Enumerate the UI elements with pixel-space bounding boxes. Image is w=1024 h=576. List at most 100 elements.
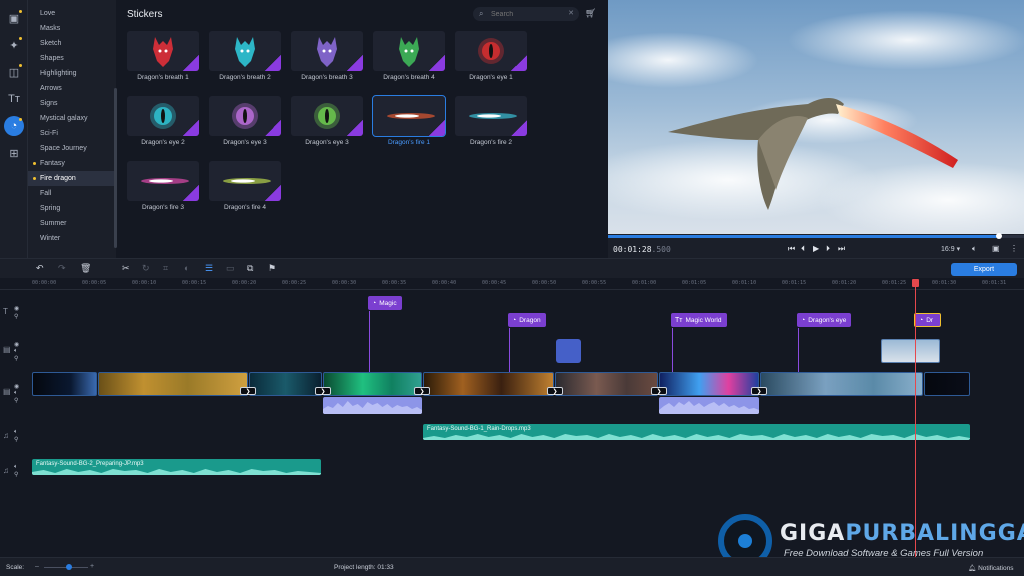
sticker-thumbnail[interactable] (209, 161, 281, 201)
overlay-icon[interactable]: ⧉ (247, 263, 253, 274)
title-clip[interactable]: ◔ Magic (368, 296, 402, 310)
clear-icon[interactable]: ✕ (568, 9, 574, 17)
transition-icon[interactable]: ❯ (414, 387, 430, 395)
lock-icon[interactable]: ⚲ (14, 397, 18, 404)
audio-clip[interactable]: Fantasy-Sound-BG-1_Rain-Drops.mp3 (423, 424, 970, 440)
skip-end-icon[interactable]: ⏭ (838, 244, 845, 254)
sticker-thumbnail[interactable] (209, 31, 281, 71)
transition-icon[interactable]: ❯ (315, 387, 331, 395)
lock-icon[interactable]: ⚲ (14, 436, 18, 443)
sticker-thumbnail[interactable] (291, 31, 363, 71)
aspect-ratio-select[interactable]: 16:9 ▾ (941, 245, 960, 253)
overlay-clip[interactable] (556, 339, 581, 363)
zoom-out-icon[interactable]: – (35, 563, 39, 570)
sticker-tile[interactable]: Dragon's breath 3 (291, 31, 363, 85)
timeline-ruler[interactable]: 00:00:00 00:00:05 00:00:10 00:00:15 00:00:20… (0, 278, 1024, 290)
sticker-tile[interactable]: Dragon's fire 3 (127, 161, 199, 215)
lock-icon[interactable]: ⚲ (14, 471, 18, 478)
sticker-thumbnail[interactable] (127, 161, 199, 201)
sticker-tile[interactable]: Dragon's eye 1 (455, 31, 527, 85)
preview-progress-bar[interactable] (608, 233, 1024, 239)
sticker-thumbnail[interactable] (455, 31, 527, 71)
notifications-button[interactable]: 🔔︎ Notifications (968, 564, 1013, 572)
sticker-thumbnail[interactable] (291, 96, 363, 136)
category-item[interactable]: Sci-Fi (28, 126, 116, 141)
lock-icon[interactable]: ⚲ (14, 313, 18, 320)
video-clip[interactable] (555, 372, 658, 396)
category-item[interactable]: Fall (28, 186, 116, 201)
mute-icon[interactable]: 🔈︎ (14, 390, 18, 397)
sticker-thumbnail[interactable] (455, 96, 527, 136)
video-clip[interactable] (98, 372, 248, 396)
video-clip[interactable] (760, 372, 923, 396)
video-clip[interactable] (924, 372, 970, 396)
zoom-in-icon[interactable]: + (90, 563, 94, 570)
sticker-tile[interactable]: Dragon's eye 2 (127, 96, 199, 150)
category-item[interactable]: Signs (28, 96, 116, 111)
cut-icon[interactable]: ✂ (122, 263, 130, 274)
undo-icon[interactable]: ↶ (36, 263, 44, 274)
category-item[interactable]: Spring (28, 201, 116, 216)
sticker-thumbnail[interactable] (209, 96, 281, 136)
transition-icon[interactable]: ❯ (651, 387, 667, 395)
export-button[interactable]: Export (951, 263, 1017, 276)
snapshot-icon[interactable]: ▣ (992, 244, 1000, 253)
clip-properties-icon[interactable]: ▭ (226, 263, 235, 274)
category-item[interactable]: Love (28, 6, 116, 21)
title-clip[interactable]: ◔ Dragon's eye (797, 313, 852, 327)
playhead-handle[interactable] (912, 279, 919, 287)
magic-wand-icon[interactable]: ✦ (4, 35, 24, 55)
sticker-tile[interactable]: Dragon's eye 3 (291, 96, 363, 150)
sticker-tile[interactable]: Dragon's fire 1 (372, 95, 446, 150)
clip-audio-waveform[interactable] (659, 397, 759, 414)
title-clip-selected[interactable]: ◔ Dr (914, 313, 941, 327)
sticker-tile[interactable]: Dragon's breath 1 (127, 31, 199, 85)
marker-icon[interactable]: ⚑ (268, 263, 276, 274)
category-item[interactable]: Winter (28, 231, 116, 246)
skip-start-icon[interactable]: ⏮ (788, 244, 795, 254)
category-item[interactable]: Arrows (28, 81, 116, 96)
transition-icon[interactable]: ❯ (547, 387, 563, 395)
sticker-tile[interactable]: Dragon's eye 3 (209, 96, 281, 150)
progress-knob[interactable] (996, 233, 1003, 239)
stickers-icon[interactable]: ◔ (4, 116, 24, 136)
transition-icon[interactable]: ❯ (240, 387, 256, 395)
sticker-tile[interactable]: Dragon's breath 2 (209, 31, 281, 85)
import-icon[interactable]: ▣ (4, 8, 24, 28)
lock-icon[interactable]: ⚲ (14, 355, 18, 362)
play-icon[interactable]: ▶ (813, 244, 819, 253)
step-back-icon[interactable]: ⏴ (801, 244, 805, 254)
sticker-thumbnail[interactable] (127, 31, 199, 71)
category-item[interactable]: Highlighting (28, 66, 116, 81)
overlay-clip[interactable] (881, 339, 940, 363)
search-input[interactable] (491, 8, 561, 20)
more-tools-icon[interactable]: ⊞ (4, 143, 24, 163)
category-item[interactable]: Mystical galaxy (28, 111, 116, 126)
clip-audio-waveform[interactable] (323, 397, 422, 414)
category-item[interactable]: Fire dragon (28, 171, 116, 186)
sticker-thumbnail[interactable] (127, 96, 199, 136)
title-clip[interactable]: ◔ Dragon (508, 313, 546, 327)
preview-video[interactable] (608, 0, 1024, 234)
transition-icon[interactable]: ❯ (751, 387, 767, 395)
visibility-icon[interactable]: ◉ (14, 305, 19, 312)
search-box[interactable]: ⌕ ✕ (473, 7, 579, 21)
redo-icon[interactable]: ↷ (58, 263, 66, 274)
category-item[interactable]: Fantasy (28, 156, 116, 171)
sticker-tile[interactable]: Dragon's fire 4 (209, 161, 281, 215)
mute-icon[interactable]: 🔈︎ (14, 348, 18, 355)
clip-list-icon[interactable]: ☰ (205, 263, 213, 274)
audio-clip[interactable]: Fantasy-Sound-BG-2_Preparing-JP.mp3 (32, 459, 321, 475)
mute-icon[interactable]: 🔈︎ (14, 464, 18, 471)
sticker-thumbnail[interactable] (372, 95, 446, 137)
video-clip[interactable] (249, 372, 322, 396)
cart-icon[interactable]: 🛒︎ (585, 8, 596, 19)
color-adjust-icon[interactable]: ◐ (184, 263, 189, 273)
category-item[interactable]: Masks (28, 21, 116, 36)
crop-icon[interactable]: ⌗ (163, 263, 168, 274)
filters-icon[interactable]: ◫ (4, 62, 24, 82)
step-forward-icon[interactable]: ⏵ (826, 244, 830, 254)
more-options-icon[interactable]: ⋮ (1010, 244, 1018, 253)
playhead[interactable] (915, 280, 916, 557)
visibility-icon[interactable]: ◉ (14, 383, 19, 390)
